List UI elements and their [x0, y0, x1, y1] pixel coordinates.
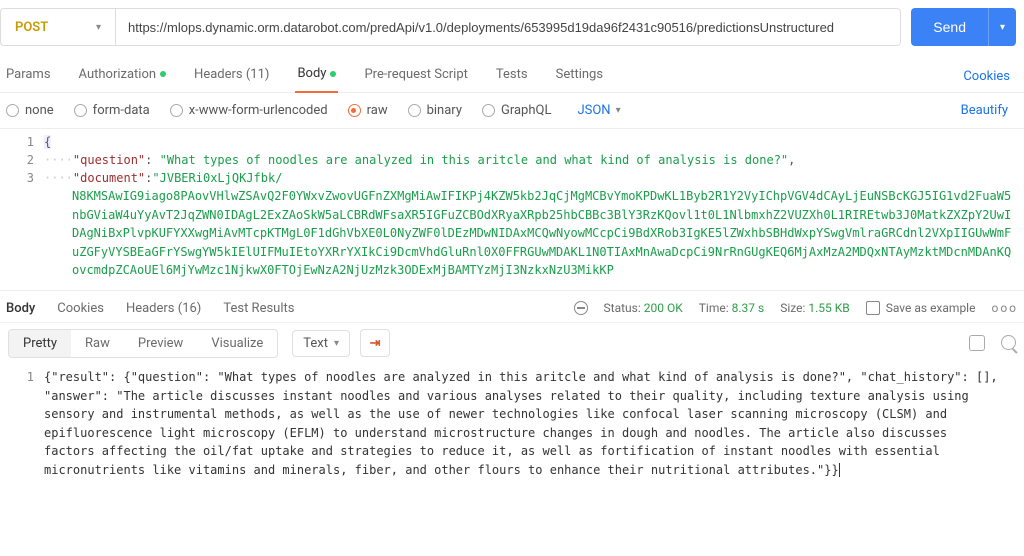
- size-group: Size: 1.55 KB: [780, 301, 850, 315]
- line-gutter: 123: [0, 129, 44, 290]
- body-type-row: none form-data x-www-form-urlencoded raw…: [0, 93, 1024, 128]
- text-cursor: [839, 463, 840, 477]
- radio-icon: [74, 104, 87, 117]
- send-button-group: Send ▾: [911, 8, 1016, 46]
- chevron-down-icon: ▾: [616, 105, 621, 116]
- save-as-example-button[interactable]: Save as example: [866, 301, 976, 315]
- editor-code[interactable]: { ····"question": "What types of noodles…: [44, 129, 1024, 290]
- response-meta: Status: 200 OK Time: 8.37 s Size: 1.55 K…: [574, 301, 1018, 315]
- response-header-row: Body Cookies Headers (16) Test Results S…: [0, 290, 1024, 322]
- response-view-tabs: Pretty Raw Preview Visualize: [8, 329, 278, 358]
- body-type-graphql[interactable]: GraphQL: [482, 103, 551, 118]
- brace: {: [44, 135, 51, 149]
- json-string: "What types of noodles are analyzed in t…: [160, 153, 789, 167]
- tab-settings[interactable]: Settings: [554, 61, 605, 92]
- size-value: 1.55 KB: [808, 301, 849, 315]
- tab-authorization[interactable]: Authorization: [77, 61, 169, 92]
- cookies-link[interactable]: Cookies: [963, 69, 1020, 84]
- radio-icon: [348, 104, 361, 117]
- raw-format-dropdown[interactable]: JSON ▾: [577, 103, 620, 118]
- body-type-none[interactable]: none: [6, 103, 54, 118]
- radio-label: binary: [427, 103, 462, 118]
- tab-tests[interactable]: Tests: [494, 61, 530, 92]
- response-format-select[interactable]: Text ▾: [292, 330, 350, 357]
- chevron-down-icon: ▾: [334, 338, 339, 349]
- view-pretty[interactable]: Pretty: [9, 330, 71, 357]
- radio-icon: [482, 104, 495, 117]
- body-type-binary[interactable]: binary: [408, 103, 462, 118]
- view-raw[interactable]: Raw: [71, 330, 124, 357]
- json-key: "question": [73, 153, 145, 167]
- response-tab-body[interactable]: Body: [6, 301, 35, 316]
- tab-body[interactable]: Body: [295, 60, 338, 93]
- radio-icon: [6, 104, 19, 117]
- format-label: JSON: [577, 103, 610, 118]
- response-tab-headers[interactable]: Headers (16): [126, 301, 201, 316]
- radio-label: form-data: [93, 103, 150, 118]
- http-method-label: POST: [15, 20, 48, 35]
- line-gutter: 1: [0, 368, 44, 480]
- send-button[interactable]: Send: [911, 8, 988, 46]
- status-label: Status:: [604, 301, 641, 315]
- body-type-form-data[interactable]: form-data: [74, 103, 150, 118]
- globe-icon[interactable]: [574, 301, 588, 315]
- status-value: 200 OK: [644, 301, 683, 315]
- format-label: Text: [303, 336, 328, 351]
- response-tab-cookies[interactable]: Cookies: [57, 301, 104, 316]
- json-key: "document": [73, 171, 145, 185]
- response-code[interactable]: {"result": {"question": "What types of n…: [44, 368, 1024, 480]
- time-value: 8.37 s: [732, 301, 765, 315]
- request-top-bar: POST ▾ Send ▾: [0, 0, 1024, 54]
- copy-icon[interactable]: [969, 335, 985, 351]
- response-tab-test-results[interactable]: Test Results: [223, 301, 294, 316]
- chevron-down-icon: ▾: [96, 22, 101, 33]
- radio-label: x-www-form-urlencoded: [189, 103, 328, 118]
- request-url-input[interactable]: [115, 8, 901, 46]
- view-visualize[interactable]: Visualize: [197, 330, 277, 357]
- more-actions-button[interactable]: ooo: [991, 301, 1018, 315]
- json-string: "JVBERi0xLjQKJfbk/: [152, 171, 282, 185]
- response-body-editor[interactable]: 1 {"result": {"question": "What types of…: [0, 364, 1024, 480]
- chevron-down-icon: ▾: [1000, 22, 1005, 33]
- request-body-editor[interactable]: 123 { ····"question": "What types of noo…: [0, 128, 1024, 290]
- json-string-continuation: N8KMSAwIG9iago8PAovVHlwZSAvQ2F0YWxvZwovU…: [72, 189, 1011, 277]
- view-preview[interactable]: Preview: [124, 330, 197, 357]
- send-dropdown-button[interactable]: ▾: [988, 8, 1016, 46]
- http-method-select[interactable]: POST ▾: [0, 8, 115, 46]
- wrap-lines-button[interactable]: ⇥: [360, 329, 390, 357]
- response-toolbar: Pretty Raw Preview Visualize Text ▾ ⇥: [0, 322, 1024, 364]
- beautify-link[interactable]: Beautify: [961, 103, 1018, 118]
- radio-icon: [170, 104, 183, 117]
- search-icon[interactable]: [1001, 335, 1016, 350]
- request-tabs: Params Authorization Headers (11) Body P…: [0, 54, 1024, 93]
- response-text: {"result": {"question": "What types of n…: [44, 370, 1005, 477]
- size-label: Size:: [780, 301, 805, 315]
- body-type-urlencoded[interactable]: x-www-form-urlencoded: [170, 103, 328, 118]
- save-label: Save as example: [886, 301, 976, 315]
- save-icon: [866, 301, 880, 315]
- time-group: Time: 8.37 s: [699, 301, 764, 315]
- tab-params[interactable]: Params: [4, 61, 53, 92]
- body-type-raw[interactable]: raw: [348, 103, 388, 118]
- response-right-tools: [969, 335, 1016, 351]
- radio-label: none: [25, 103, 54, 118]
- radio-icon: [408, 104, 421, 117]
- tab-headers[interactable]: Headers (11): [192, 61, 271, 92]
- status-group: Status: 200 OK: [604, 301, 683, 315]
- radio-label: GraphQL: [501, 103, 551, 118]
- radio-label: raw: [367, 103, 388, 118]
- time-label: Time:: [699, 301, 729, 315]
- tab-pre-request[interactable]: Pre-request Script: [362, 61, 469, 92]
